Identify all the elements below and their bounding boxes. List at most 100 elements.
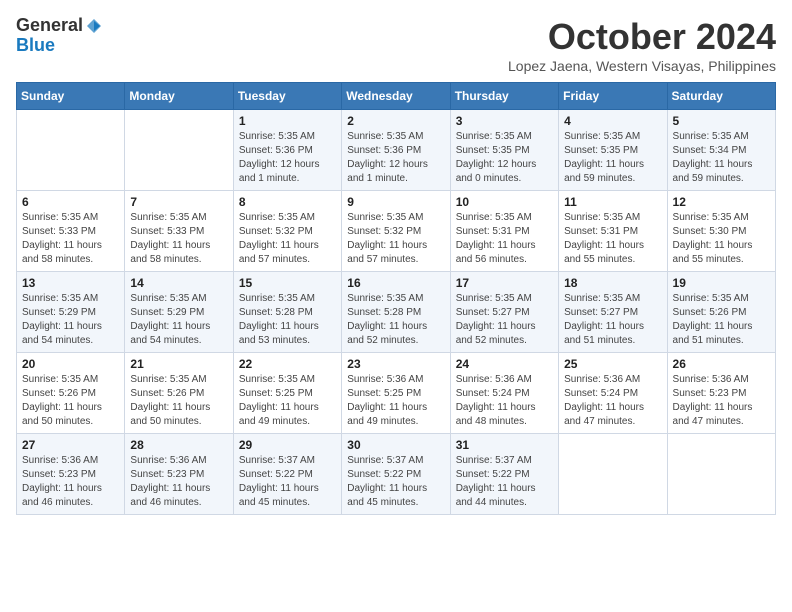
calendar-cell <box>559 434 667 515</box>
day-info: Sunrise: 5:35 AM Sunset: 5:33 PM Dayligh… <box>130 211 227 267</box>
day-info: Sunrise: 5:35 AM Sunset: 5:28 PM Dayligh… <box>347 292 444 348</box>
day-number: 19 <box>673 276 770 290</box>
header-monday: Monday <box>125 83 233 110</box>
day-number: 20 <box>22 357 119 371</box>
calendar-cell: 5 Sunrise: 5:35 AM Sunset: 5:34 PM Daylig… <box>667 110 775 191</box>
calendar-cell: 4Sunrise: 5:35 AM Sunset: 5:35 PM Daylig… <box>559 110 667 191</box>
day-info: Sunrise: 5:36 AM Sunset: 5:23 PM Dayligh… <box>22 454 119 510</box>
week-row-3: 13 Sunrise: 5:35 AM Sunset: 5:29 PM Dayli… <box>17 272 776 353</box>
day-info: Sunrise: 5:35 AM Sunset: 5:31 PM Dayligh… <box>456 211 553 267</box>
calendar-cell: 2Sunrise: 5:35 AM Sunset: 5:36 PM Daylig… <box>342 110 450 191</box>
calendar-cell: 14 Sunrise: 5:35 AM Sunset: 5:29 PM Dayli… <box>125 272 233 353</box>
day-info: Sunrise: 5:37 AM Sunset: 5:22 PM Dayligh… <box>347 454 444 510</box>
week-row-4: 20 Sunrise: 5:35 AM Sunset: 5:26 PM Dayli… <box>17 353 776 434</box>
calendar-cell: 29 Sunrise: 5:37 AM Sunset: 5:22 PM Dayli… <box>233 434 341 515</box>
calendar-cell: 30 Sunrise: 5:37 AM Sunset: 5:22 PM Dayli… <box>342 434 450 515</box>
day-info: Sunrise: 5:36 AM Sunset: 5:25 PM Dayligh… <box>347 373 444 429</box>
calendar-header-row: SundayMondayTuesdayWednesdayThursdayFrid… <box>17 83 776 110</box>
day-number: 25 <box>564 357 661 371</box>
day-number: 7 <box>130 195 227 209</box>
calendar-cell: 18Sunrise: 5:35 AM Sunset: 5:27 PM Dayli… <box>559 272 667 353</box>
day-info: Sunrise: 5:35 AM Sunset: 5:29 PM Dayligh… <box>22 292 119 348</box>
day-info: Sunrise: 5:35 AM Sunset: 5:35 PM Dayligh… <box>456 130 553 186</box>
day-number: 9 <box>347 195 444 209</box>
day-number: 12 <box>673 195 770 209</box>
logo-general: General <box>16 16 83 36</box>
calendar-cell: 15Sunrise: 5:35 AM Sunset: 5:28 PM Dayli… <box>233 272 341 353</box>
calendar-cell: 10 Sunrise: 5:35 AM Sunset: 5:31 PM Dayli… <box>450 191 558 272</box>
calendar-cell: 23 Sunrise: 5:36 AM Sunset: 5:25 PM Dayli… <box>342 353 450 434</box>
month-title: October 2024 <box>508 16 776 58</box>
day-info: Sunrise: 5:35 AM Sunset: 5:35 PM Dayligh… <box>564 130 661 186</box>
calendar-cell <box>667 434 775 515</box>
day-info: Sunrise: 5:35 AM Sunset: 5:25 PM Dayligh… <box>239 373 336 429</box>
calendar-table: SundayMondayTuesdayWednesdayThursdayFrid… <box>16 82 776 515</box>
day-info: Sunrise: 5:35 AM Sunset: 5:26 PM Dayligh… <box>130 373 227 429</box>
calendar-cell: 6 Sunrise: 5:35 AM Sunset: 5:33 PM Daylig… <box>17 191 125 272</box>
day-number: 6 <box>22 195 119 209</box>
day-info: Sunrise: 5:35 AM Sunset: 5:32 PM Dayligh… <box>347 211 444 267</box>
calendar-cell: 9 Sunrise: 5:35 AM Sunset: 5:32 PM Daylig… <box>342 191 450 272</box>
location-subtitle: Lopez Jaena, Western Visayas, Philippine… <box>508 58 776 74</box>
day-number: 5 <box>673 114 770 128</box>
calendar-cell <box>125 110 233 191</box>
day-number: 26 <box>673 357 770 371</box>
day-info: Sunrise: 5:36 AM Sunset: 5:23 PM Dayligh… <box>130 454 227 510</box>
calendar-cell: 20 Sunrise: 5:35 AM Sunset: 5:26 PM Dayli… <box>17 353 125 434</box>
day-info: Sunrise: 5:35 AM Sunset: 5:30 PM Dayligh… <box>673 211 770 267</box>
calendar-cell: 11Sunrise: 5:35 AM Sunset: 5:31 PM Dayli… <box>559 191 667 272</box>
day-info: Sunrise: 5:35 AM Sunset: 5:26 PM Dayligh… <box>673 292 770 348</box>
day-info: Sunrise: 5:35 AM Sunset: 5:27 PM Dayligh… <box>564 292 661 348</box>
day-info: Sunrise: 5:35 AM Sunset: 5:36 PM Dayligh… <box>239 130 336 186</box>
day-number: 28 <box>130 438 227 452</box>
day-info: Sunrise: 5:36 AM Sunset: 5:23 PM Dayligh… <box>673 373 770 429</box>
day-number: 1 <box>239 114 336 128</box>
day-info: Sunrise: 5:35 AM Sunset: 5:34 PM Dayligh… <box>673 130 770 186</box>
day-info: Sunrise: 5:35 AM Sunset: 5:28 PM Dayligh… <box>239 292 336 348</box>
day-info: Sunrise: 5:35 AM Sunset: 5:32 PM Dayligh… <box>239 211 336 267</box>
day-number: 23 <box>347 357 444 371</box>
calendar-cell: 25 Sunrise: 5:36 AM Sunset: 5:24 PM Dayli… <box>559 353 667 434</box>
header-saturday: Saturday <box>667 83 775 110</box>
calendar-cell: 1 Sunrise: 5:35 AM Sunset: 5:36 PM Daylig… <box>233 110 341 191</box>
day-number: 3 <box>456 114 553 128</box>
header-sunday: Sunday <box>17 83 125 110</box>
header-wednesday: Wednesday <box>342 83 450 110</box>
day-info: Sunrise: 5:37 AM Sunset: 5:22 PM Dayligh… <box>239 454 336 510</box>
day-number: 29 <box>239 438 336 452</box>
day-number: 30 <box>347 438 444 452</box>
day-info: Sunrise: 5:35 AM Sunset: 5:26 PM Dayligh… <box>22 373 119 429</box>
calendar-cell: 26 Sunrise: 5:36 AM Sunset: 5:23 PM Dayli… <box>667 353 775 434</box>
page-header: General Blue October 2024 Lopez Jaena, W… <box>16 16 776 74</box>
day-number: 14 <box>130 276 227 290</box>
day-number: 31 <box>456 438 553 452</box>
calendar-cell: 13 Sunrise: 5:35 AM Sunset: 5:29 PM Dayli… <box>17 272 125 353</box>
calendar-cell: 21Sunrise: 5:35 AM Sunset: 5:26 PM Dayli… <box>125 353 233 434</box>
day-number: 22 <box>239 357 336 371</box>
calendar-cell: 28 Sunrise: 5:36 AM Sunset: 5:23 PM Dayli… <box>125 434 233 515</box>
week-row-5: 27 Sunrise: 5:36 AM Sunset: 5:23 PM Dayli… <box>17 434 776 515</box>
header-tuesday: Tuesday <box>233 83 341 110</box>
day-info: Sunrise: 5:35 AM Sunset: 5:29 PM Dayligh… <box>130 292 227 348</box>
header-friday: Friday <box>559 83 667 110</box>
day-info: Sunrise: 5:35 AM Sunset: 5:36 PM Dayligh… <box>347 130 444 186</box>
calendar-cell: 8 Sunrise: 5:35 AM Sunset: 5:32 PM Daylig… <box>233 191 341 272</box>
day-number: 13 <box>22 276 119 290</box>
calendar-cell: 22 Sunrise: 5:35 AM Sunset: 5:25 PM Dayli… <box>233 353 341 434</box>
calendar-cell: 16 Sunrise: 5:35 AM Sunset: 5:28 PM Dayli… <box>342 272 450 353</box>
day-number: 10 <box>456 195 553 209</box>
day-info: Sunrise: 5:36 AM Sunset: 5:24 PM Dayligh… <box>564 373 661 429</box>
day-number: 16 <box>347 276 444 290</box>
day-number: 8 <box>239 195 336 209</box>
week-row-2: 6 Sunrise: 5:35 AM Sunset: 5:33 PM Daylig… <box>17 191 776 272</box>
day-number: 24 <box>456 357 553 371</box>
header-thursday: Thursday <box>450 83 558 110</box>
week-row-1: 1 Sunrise: 5:35 AM Sunset: 5:36 PM Daylig… <box>17 110 776 191</box>
day-info: Sunrise: 5:35 AM Sunset: 5:33 PM Dayligh… <box>22 211 119 267</box>
calendar-cell <box>17 110 125 191</box>
calendar-cell: 27 Sunrise: 5:36 AM Sunset: 5:23 PM Dayli… <box>17 434 125 515</box>
day-number: 17 <box>456 276 553 290</box>
calendar-cell: 7 Sunrise: 5:35 AM Sunset: 5:33 PM Daylig… <box>125 191 233 272</box>
day-number: 27 <box>22 438 119 452</box>
calendar-cell: 19 Sunrise: 5:35 AM Sunset: 5:26 PM Dayli… <box>667 272 775 353</box>
